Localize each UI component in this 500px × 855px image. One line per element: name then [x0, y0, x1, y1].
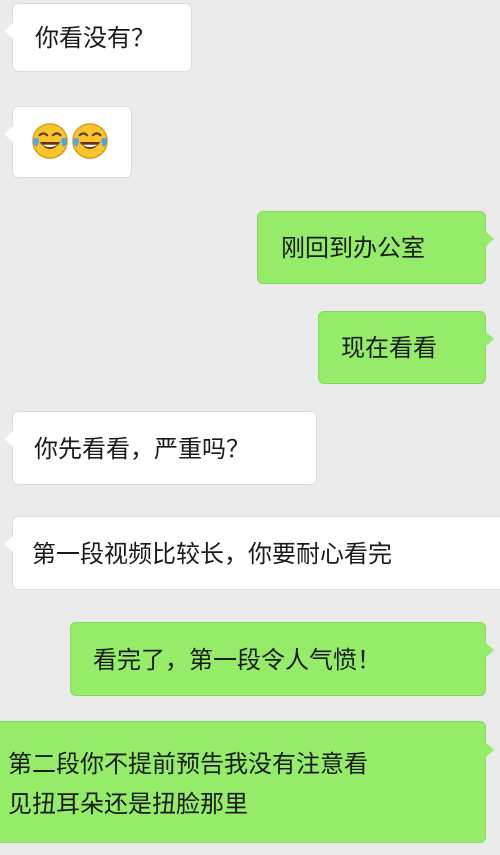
bubble-tail [4, 431, 13, 447]
bubble-tail [4, 536, 13, 552]
laughing-with-tears-emoji-icon [32, 123, 68, 159]
message-text: 现在看看 [341, 334, 437, 362]
message-text: 看完了，第一段令人气愤！ [93, 646, 381, 674]
message-text-line: 见扭耳朵还是扭脸那里 [8, 790, 248, 818]
bubble-tail [485, 231, 494, 247]
message-bubble-outgoing[interactable]: 看完了，第一段令人气愤！ [70, 622, 494, 696]
bubble-tail [4, 23, 13, 39]
chat-area: 你看没有？ 刚回到办公室 现在看看 你先看看，严重吗？ 第一段视频比较长，你要耐… [0, 0, 500, 855]
bubble-tail [485, 742, 494, 758]
bubble-tail [485, 642, 494, 658]
message-text: 刚回到办公室 [281, 234, 425, 262]
message-bubble-incoming[interactable] [4, 106, 132, 178]
message-text: 第一段视频比较长，你要耐心看完 [32, 540, 392, 568]
message-bubble-incoming[interactable]: 你先看看，严重吗？ [4, 411, 317, 485]
message-bubble-incoming[interactable]: 第一段视频比较长，你要耐心看完 [4, 516, 500, 590]
laughing-with-tears-emoji-icon [72, 123, 108, 159]
message-bubble-outgoing[interactable]: 刚回到办公室 [257, 211, 494, 284]
message-text: 你先看看，严重吗？ [34, 435, 250, 463]
message-bubble-outgoing[interactable]: 现在看看 [318, 311, 494, 384]
bubble-tail [485, 331, 494, 347]
message-text-line: 第二段你不提前预告我没有注意看 [8, 750, 368, 778]
message-bubble-incoming[interactable]: 你看没有？ [4, 3, 192, 72]
bubble-tail [4, 126, 13, 142]
message-text: 你看没有？ [35, 24, 155, 52]
message-bubble-outgoing[interactable]: 第二段你不提前预告我没有注意看 见扭耳朵还是扭脸那里 [0, 721, 494, 843]
